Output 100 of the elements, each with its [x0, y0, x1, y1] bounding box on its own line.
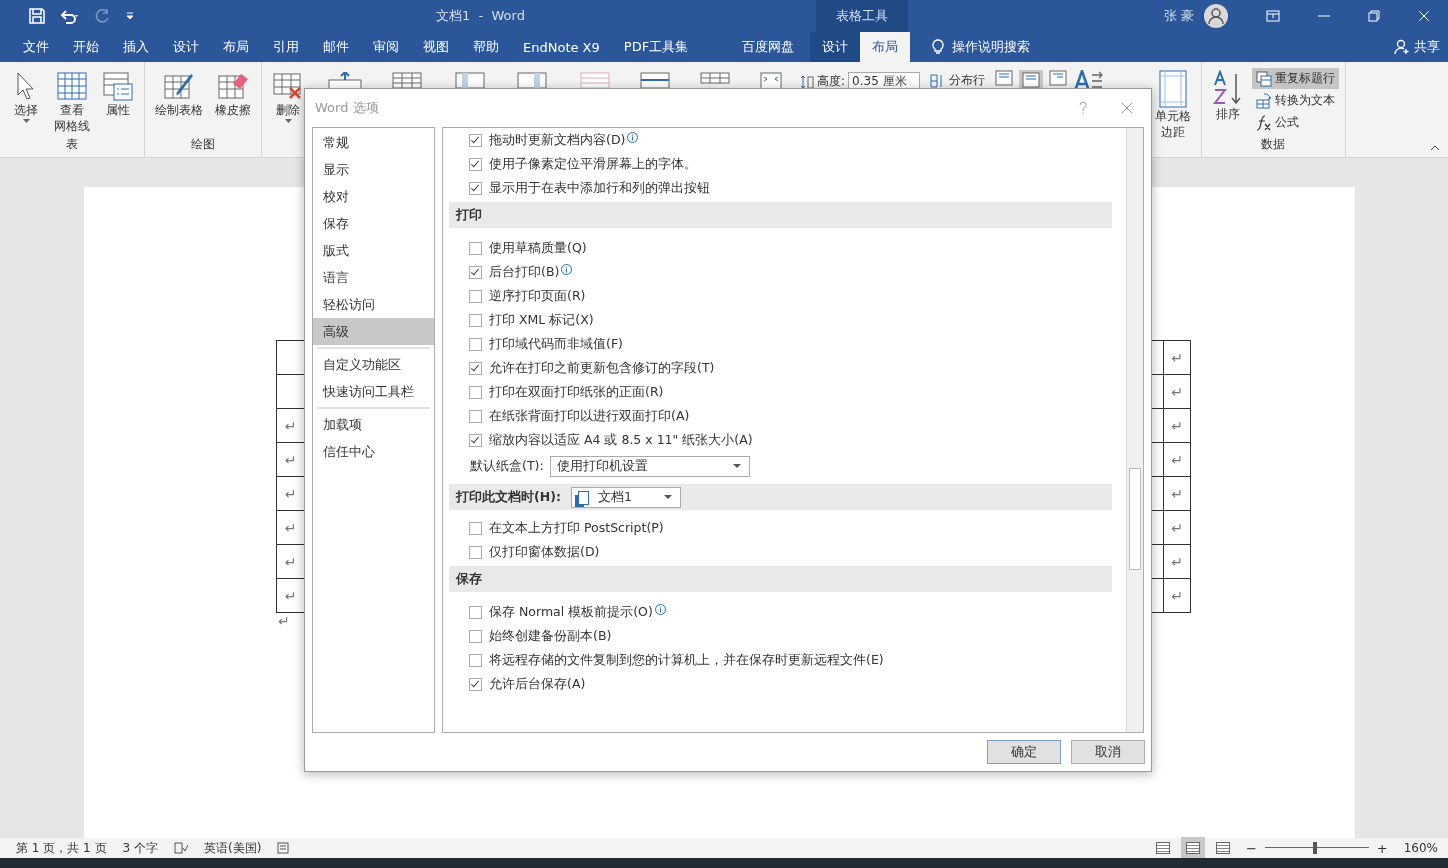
ok-button[interactable]: 确定	[987, 740, 1061, 764]
ribbon-tab[interactable]: 帮助	[461, 32, 511, 62]
category-item[interactable]: 信任中心	[313, 438, 434, 465]
macro-icon[interactable]	[277, 842, 290, 854]
option-label[interactable]: 打印在双面打印纸张的正面(R)	[489, 383, 664, 401]
undo-icon[interactable]	[59, 8, 81, 24]
checkbox[interactable]	[469, 433, 482, 447]
ribbon-tab[interactable]: 引用	[261, 32, 311, 62]
ribbon-button-label[interactable]: 查看	[60, 103, 84, 118]
add-person-icon[interactable]	[1394, 39, 1410, 55]
info-icon[interactable]	[561, 263, 573, 275]
category-item[interactable]: 显示	[313, 156, 434, 183]
ribbon-tab[interactable]: 布局	[211, 32, 261, 62]
ribbon-button-label[interactable]: 单元格	[1154, 109, 1191, 124]
category-item[interactable]: 版式	[313, 237, 434, 264]
split-table-icon[interactable]	[700, 72, 730, 84]
restore-icon[interactable]	[1368, 10, 1380, 22]
category-item[interactable]: 加载项	[313, 411, 434, 438]
checkbox[interactable]	[469, 545, 482, 559]
ribbon-command[interactable]: 重复标题行	[1251, 68, 1339, 89]
ribbon-button-label[interactable]: 橡皮擦	[215, 103, 251, 118]
category-item[interactable]: 轻松访问	[313, 291, 434, 318]
ribbon-command[interactable]: 转换为文本	[1251, 90, 1339, 111]
category-item[interactable]: 高级	[313, 318, 434, 345]
ribbon-tab[interactable]: PDF工具集	[611, 32, 701, 62]
option-label[interactable]: 仅打印窗体数据(D)	[489, 543, 600, 561]
share-button[interactable]: 共享	[1414, 38, 1440, 56]
ribbon-tab[interactable]: 视图	[411, 32, 461, 62]
checkbox[interactable]	[469, 521, 482, 535]
align-icon[interactable]	[1048, 70, 1067, 86]
checkbox[interactable]	[469, 289, 482, 303]
ribbon-tab[interactable]: 文件	[11, 32, 61, 62]
ribbon-tab[interactable]: 插入	[111, 32, 161, 62]
word-count[interactable]: 3 个字	[122, 839, 158, 857]
info-icon[interactable]	[627, 131, 639, 143]
option-label[interactable]: 拖动时更新文档内容(D)	[489, 131, 626, 149]
ribbon-button-label[interactable]: 选择	[14, 103, 38, 118]
avatar-icon[interactable]	[1204, 4, 1228, 28]
ribbon-button-label[interactable]: 边距	[1160, 125, 1185, 140]
ribbon-command[interactable]: 公式	[1251, 112, 1339, 133]
option-label[interactable]: 将远程存储的文件复制到您的计算机上，并在保存时更新远程文件(E)	[489, 651, 884, 669]
option-label[interactable]: 显示用于在表中添加行和列的弹出按钮	[489, 179, 710, 197]
view-mode-button[interactable]	[1215, 842, 1230, 854]
category-item[interactable]: 语言	[313, 264, 434, 291]
ribbon-button-label[interactable]: 排序	[1215, 107, 1240, 122]
checkbox[interactable]	[469, 337, 482, 351]
merge-cells-icon[interactable]	[580, 72, 610, 88]
ribbon-tab[interactable]: 设计	[161, 32, 211, 62]
checkbox[interactable]	[469, 265, 482, 279]
option-label[interactable]: 后台打印(B)	[489, 263, 560, 281]
page-count[interactable]: 第 1 页，共 1 页	[16, 839, 107, 857]
insert-right-icon[interactable]	[516, 72, 550, 88]
lightbulb-icon[interactable]	[932, 39, 945, 55]
checkbox[interactable]	[469, 385, 482, 399]
option-label[interactable]: 使用草稿质量(Q)	[489, 239, 587, 257]
language-status[interactable]: 英语(美国)	[204, 839, 262, 857]
ribbon-button-label[interactable]: 删除	[276, 103, 300, 118]
checkbox[interactable]	[469, 409, 482, 423]
zoom-in-button[interactable]: +	[1376, 840, 1388, 856]
option-label[interactable]: 始终创建备份副本(B)	[489, 627, 612, 645]
checkbox[interactable]	[469, 313, 482, 327]
zoom-thumb[interactable]	[1312, 842, 1317, 854]
option-label[interactable]: 打印域代码而非域值(F)	[489, 335, 623, 353]
tell-me-search[interactable]: 操作说明搜索	[952, 38, 1031, 56]
scrollbar[interactable]	[1126, 128, 1143, 732]
option-label[interactable]: 在纸张背面打印以进行双面打印(A)	[489, 407, 690, 425]
cell-margins-icon[interactable]	[1158, 70, 1187, 108]
ribbon-tab[interactable]: 审阅	[361, 32, 411, 62]
customize-menu-icon[interactable]	[125, 11, 135, 21]
caret-icon[interactable]	[22, 119, 30, 123]
checkbox[interactable]	[469, 157, 482, 171]
collapse-ribbon-icon[interactable]	[1430, 145, 1440, 151]
checkbox[interactable]	[469, 241, 482, 255]
option-label[interactable]: 使用子像素定位平滑屏幕上的字体。	[489, 155, 697, 173]
caret-icon[interactable]	[284, 119, 292, 123]
redo-icon[interactable]	[95, 8, 111, 24]
info-icon[interactable]	[654, 603, 666, 615]
option-label[interactable]: 允许在打印之前更新包含修订的字段(T)	[489, 359, 715, 377]
ribbon-display-icon[interactable]	[1266, 10, 1280, 22]
insert-left-icon[interactable]	[452, 72, 486, 88]
ribbon-button-label[interactable]: 网格线	[54, 119, 90, 134]
ribbon-button-label[interactable]: 绘制表格	[155, 103, 203, 118]
ribbon-button-label[interactable]: 属性	[106, 103, 130, 118]
option-label[interactable]: 在文本上方打印 PostScript(P)	[489, 519, 664, 537]
proofing-icon[interactable]	[174, 842, 188, 854]
ribbon-tab[interactable]: EndNote X9	[511, 32, 612, 62]
sort-icon[interactable]	[1211, 70, 1244, 106]
ribbon-tab[interactable]: 邮件	[311, 32, 361, 62]
zoom-out-button[interactable]: −	[1245, 840, 1257, 856]
cancel-button[interactable]: 取消	[1071, 740, 1145, 764]
save-icon[interactable]	[29, 8, 45, 24]
checkbox[interactable]	[469, 361, 482, 375]
checkbox[interactable]	[469, 677, 482, 691]
dropdown-field[interactable]: 使用打印机设置	[549, 455, 750, 477]
checkbox[interactable]	[469, 629, 482, 643]
option-label[interactable]: 允许后台保存(A)	[489, 675, 586, 693]
dropdown-field[interactable]: 文档1	[570, 486, 681, 508]
zoom-level[interactable]: 160%	[1403, 841, 1438, 855]
option-label[interactable]: 保存 Normal 模板前提示(O)	[489, 603, 653, 621]
table-grid-icon[interactable]	[392, 72, 422, 88]
